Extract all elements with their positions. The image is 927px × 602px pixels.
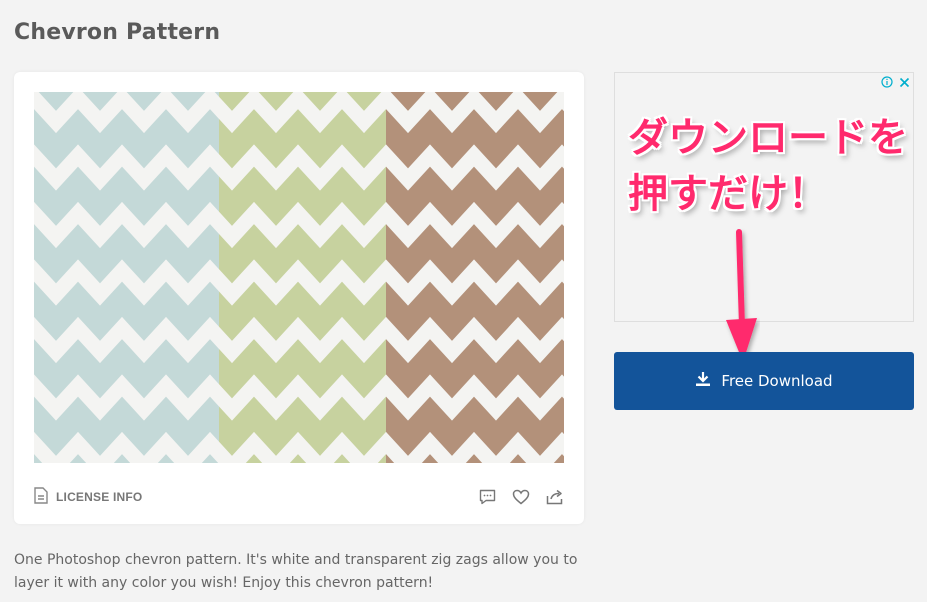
share-icon[interactable] [546, 488, 564, 506]
document-icon [34, 487, 48, 507]
pattern-description: One Photoshop chevron pattern. It's whit… [14, 552, 578, 591]
license-info-link[interactable]: LICENSE INFO [34, 487, 142, 507]
card-footer: LICENSE INFO [34, 480, 564, 514]
heart-icon[interactable] [512, 488, 530, 506]
info-icon[interactable] [880, 75, 894, 89]
annotation-line-1: ダウンロードを [628, 115, 908, 161]
license-info-label: LICENSE INFO [56, 490, 143, 504]
download-icon [695, 371, 711, 391]
annotation-line-2: 押すだけ！ [628, 171, 828, 217]
pattern-preview-image[interactable] [34, 92, 564, 463]
pointer-arrow-icon [726, 229, 757, 362]
close-icon[interactable] [897, 75, 911, 89]
annotation-text: ダウンロードを 押すだけ！ [628, 110, 908, 222]
page-title: Chevron Pattern [14, 20, 221, 45]
free-download-label: Free Download [721, 372, 833, 390]
pattern-card: LICENSE INFO [14, 72, 584, 524]
chevron-pattern-image [34, 92, 564, 463]
free-download-button[interactable]: Free Download [614, 352, 914, 410]
comment-icon[interactable] [478, 488, 496, 506]
